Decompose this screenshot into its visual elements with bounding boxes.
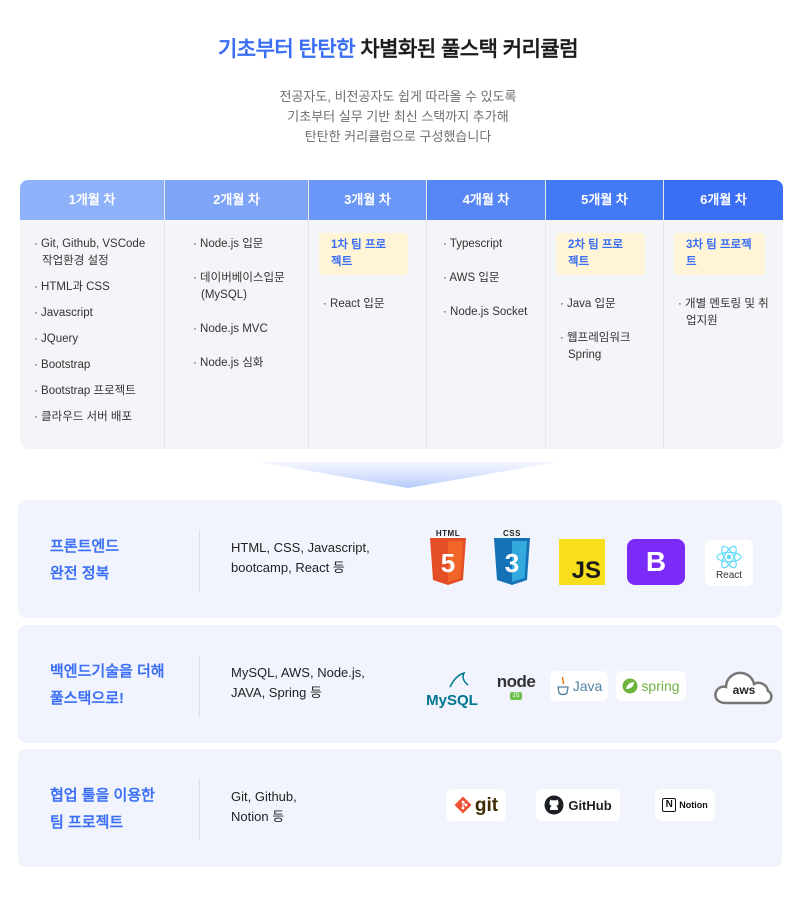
feature-title: 협업 툴을 이용한 팀 프로젝트 [50, 787, 155, 831]
title-highlight: 기초부터 탄탄한 [217, 38, 356, 61]
feature-description: HTML, CSS, Javascript, bootcamp, React 등 [231, 540, 370, 575]
month-items: · Typescript · AWS 입문 · Node.js Socket [427, 220, 545, 321]
page-title: 기초부터 탄탄한 차별화된 풀스택 커리큘럼 [0, 33, 796, 63]
spring-leaf-icon [622, 678, 638, 694]
feature-description: Git, Github, Notion 등 [231, 789, 297, 824]
curriculum-item: · HTML과 CSS [34, 281, 110, 293]
month-column: 1개월 차 · Git, Github, VSCode 작업환경 설정 · HT… [20, 180, 165, 449]
team-project-badge: 2차 팀 프로젝트 [556, 233, 645, 275]
svg-text:3: 3 [505, 548, 519, 578]
divider [199, 530, 200, 592]
curriculum-table: 1개월 차 · Git, Github, VSCode 작업환경 설정 · HT… [20, 180, 783, 449]
feature-title: 백엔드기술을 더해 풀스택으로! [50, 663, 165, 707]
curriculum-item: · 데이버베이스입문 (MySQL) [193, 272, 285, 301]
feature-card-collaboration: 협업 툴을 이용한 팀 프로젝트 Git, Github, Notion 등 g… [18, 749, 782, 867]
curriculum-item: 2차 팀 프로젝트 [556, 233, 653, 287]
tech-logos: git GitHub N Notion [418, 749, 778, 867]
month-column: 2개월 차 · Node.js 입문 · 데이버베이스입문 (MySQL) · … [165, 180, 309, 449]
github-logo: GitHub [536, 789, 620, 821]
month-column: 5개월 차 2차 팀 프로젝트 · Java 입문 · 웹프레임워크 Sprin… [546, 180, 664, 449]
curriculum-item: · Bootstrap 프로젝트 [34, 385, 136, 397]
feature-title: 프론트엔드 완전 정복 [50, 538, 120, 582]
month-items: 2차 팀 프로젝트 · Java 입문 · 웹프레임워크 Spring [546, 220, 663, 364]
curriculum-item: · Typescript [443, 238, 503, 250]
html5-logo: HTML 5 [426, 526, 470, 588]
subtitle-line: 탄탄한 커리큘럼으로 구성했습니다 [304, 129, 492, 144]
month-column: 3개월 차 1차 팀 프로젝트 · React 입문 [309, 180, 427, 449]
git-logo: git [446, 789, 506, 821]
react-atom-icon [716, 545, 742, 569]
curriculum-item: · 개별 멘토링 및 취업지원 [678, 298, 769, 327]
mysql-logo: MySQL [424, 669, 480, 709]
down-arrow-icon [258, 462, 558, 488]
curriculum-item: · Javascript [34, 307, 93, 319]
month-items: 3차 팀 프로젝트 · 개별 멘토링 및 취업지원 [664, 220, 783, 330]
month-column: 6개월 차 3차 팀 프로젝트 · 개별 멘토링 및 취업지원 [664, 180, 783, 449]
html5-shield-icon: 5 [430, 537, 466, 585]
curriculum-item: · Bootstrap [34, 359, 91, 371]
curriculum-item: · Node.js Socket [443, 306, 528, 318]
git-diamond-icon [454, 796, 472, 814]
feature-card-frontend: 프론트엔드 완전 정복 HTML, CSS, Javascript, bootc… [18, 500, 782, 618]
team-project-badge: 1차 팀 프로젝트 [319, 233, 408, 275]
curriculum-item: · Node.js 입문 [193, 238, 264, 250]
curriculum-item: 3차 팀 프로젝트 [674, 233, 773, 287]
divider [199, 779, 200, 841]
month-items: · Node.js 입문 · 데이버베이스입문 (MySQL) · Node.j… [165, 220, 308, 372]
feature-description: MySQL, AWS, Node.js, JAVA, Spring 등 [231, 665, 365, 700]
react-logo: React [705, 540, 753, 586]
curriculum-item: · AWS 입문 [443, 272, 500, 284]
curriculum-item: 1차 팀 프로젝트 [319, 233, 416, 287]
java-logo: Java [550, 671, 608, 701]
month-column: 4개월 차 · Typescript · AWS 입문 · Node.js So… [427, 180, 546, 449]
svg-text:5: 5 [441, 548, 455, 578]
title-main: 차별화된 풀스택 커리큘럼 [360, 38, 579, 61]
month-header: 1개월 차 [20, 180, 164, 220]
subtitle: 전공자도, 비전공자도 쉽게 따라올 수 있도록 기초부터 실무 기반 최신 스… [0, 87, 796, 147]
feature-card-backend: 백엔드기술을 더해 풀스택으로! MySQL, AWS, Node.js, JA… [18, 625, 782, 743]
month-header: 5개월 차 [546, 180, 663, 220]
tech-logos: MySQL node JS Java spring aws [418, 625, 778, 743]
bootstrap-logo: B [627, 539, 685, 585]
curriculum-item: · 클라우드 서버 배포 [34, 411, 133, 423]
month-header: 3개월 차 [309, 180, 426, 220]
subtitle-line: 전공자도, 비전공자도 쉽게 따라올 수 있도록 [279, 89, 517, 104]
javascript-logo: JS [559, 539, 605, 585]
subtitle-line: 기초부터 실무 기반 최신 스택까지 추가해 [287, 109, 509, 124]
github-octocat-icon [544, 795, 564, 815]
curriculum-item: · Git, Github, VSCode 작업환경 설정 [34, 238, 146, 267]
curriculum-item: · Node.js 심화 [193, 357, 264, 369]
month-header: 4개월 차 [427, 180, 545, 220]
divider [199, 655, 200, 717]
month-items: 1차 팀 프로젝트 · React 입문 [309, 220, 426, 313]
curriculum-item: · JQuery [34, 333, 79, 345]
curriculum-item: · Node.js MVC [193, 323, 268, 335]
notion-logo: N Notion [655, 789, 715, 821]
month-header: 6개월 차 [664, 180, 783, 220]
nodejs-logo: node JS [496, 671, 536, 700]
month-items: · Git, Github, VSCode 작업환경 설정 · HTML과 CS… [20, 220, 164, 426]
mysql-dolphin-icon [449, 671, 469, 688]
spring-logo: spring [616, 671, 686, 701]
notion-n-icon: N [662, 798, 677, 812]
css3-shield-icon: 3 [494, 537, 530, 585]
curriculum-item: · Java 입문 [560, 298, 616, 310]
tech-logos: HTML 5 CSS 3 JS B React [418, 500, 778, 618]
curriculum-item: · 웹프레임워크 Spring [560, 332, 631, 361]
java-cup-icon [556, 676, 569, 696]
css3-logo: CSS 3 [490, 526, 534, 588]
month-header: 2개월 차 [165, 180, 308, 220]
aws-logo: aws [712, 667, 776, 707]
curriculum-item: · React 입문 [323, 298, 385, 310]
team-project-badge: 3차 팀 프로젝트 [674, 233, 765, 275]
